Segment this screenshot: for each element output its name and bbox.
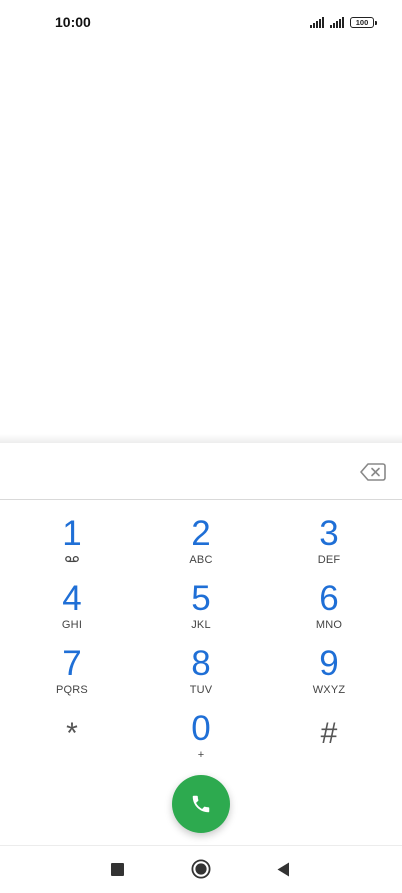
key-digit: 3 [319, 514, 339, 553]
key-8[interactable]: 8 TUV [141, 645, 261, 705]
key-digit: 6 [319, 579, 339, 618]
triangle-back-icon[interactable] [277, 862, 290, 877]
key-digit: 8 [191, 644, 211, 683]
signal-icon-1 [310, 17, 324, 28]
key-symbol: * [66, 717, 78, 750]
key-7[interactable]: 7 PQRS [12, 645, 132, 705]
status-bar: 10:00 100 [0, 0, 402, 44]
key-digit: 5 [191, 579, 211, 618]
key-5[interactable]: 5 JKL [141, 580, 261, 640]
key-letters: TUV [189, 684, 213, 696]
key-digit: 9 [319, 644, 339, 683]
key-2[interactable]: 2 ABC [141, 515, 261, 575]
phone-screen: 10:00 100 1 2 ABC 3 DEF 4 GHI 5 JKL 6 MN… [0, 0, 402, 893]
battery-icon: 100 [350, 17, 377, 28]
key-0[interactable]: 0 + [141, 710, 261, 770]
key-letters: JKL [191, 619, 211, 631]
key-letters: ABC [189, 554, 213, 566]
key-letters: MNO [315, 619, 343, 631]
square-icon[interactable] [111, 863, 124, 876]
key-digit: 7 [62, 644, 82, 683]
voicemail-icon [65, 555, 79, 563]
call-button[interactable] [172, 775, 230, 833]
key-1[interactable]: 1 [12, 515, 132, 575]
key-letters: DEF [317, 554, 341, 566]
key-letters: GHI [61, 619, 83, 631]
key-star[interactable]: * [12, 715, 132, 775]
phone-icon [192, 795, 210, 813]
key-symbol: # [320, 717, 338, 750]
key-digit: 0 [191, 709, 211, 748]
navigation-bar [0, 845, 402, 893]
key-3[interactable]: 3 DEF [269, 515, 389, 575]
status-time: 10:00 [55, 14, 91, 30]
battery-level: 100 [355, 17, 369, 27]
signal-icon-2 [330, 17, 344, 28]
key-digit: 4 [62, 579, 82, 618]
number-row [0, 443, 402, 500]
status-icons: 100 [310, 16, 377, 28]
key-letters: + [197, 749, 205, 761]
circle-icon[interactable] [191, 859, 211, 879]
key-hash[interactable]: # [269, 715, 389, 775]
key-9[interactable]: 9 WXYZ [269, 645, 389, 705]
key-digit: 2 [191, 514, 211, 553]
key-4[interactable]: 4 GHI [12, 580, 132, 640]
number-input[interactable] [16, 451, 336, 491]
backspace-icon[interactable] [360, 462, 386, 482]
key-letters: PQRS [56, 684, 88, 696]
key-digit: 1 [62, 514, 82, 553]
key-6[interactable]: 6 MNO [269, 580, 389, 640]
key-letters: WXYZ [312, 684, 346, 696]
